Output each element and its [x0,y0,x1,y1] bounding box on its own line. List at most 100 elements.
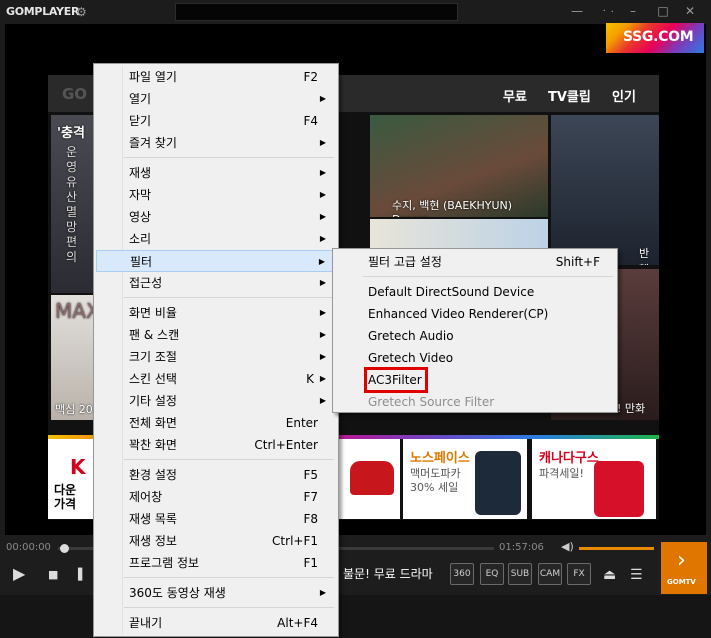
context-menu: 파일 열기 F2 열기 ▶ 닫기 F4 즐겨 찾기 ▶ 재생 ▶ 자막 ▶ 영상 ▶ 소리 ▶ 필터 ▶ 접근성 ▶ 화… [93,63,339,637]
speaker-icon[interactable]: ◀) [561,540,574,553]
play-icon[interactable]: ▶ [13,566,25,582]
close-icon[interactable]: ✕ [683,4,697,18]
submenu-arrow-icon: ▶ [319,588,326,597]
tile-banhelsing-caption: 반헬싱 [639,247,650,265]
menu-item[interactable]: 환경 설정 F5 [96,464,336,486]
menu-separator [124,459,334,460]
tab-popular[interactable]: 인기 [612,86,636,105]
volume-slider[interactable] [579,547,654,550]
menu-separator [124,607,334,608]
filter-menu-item-label: Default DirectSound Device [368,285,535,299]
menu-item[interactable]: 꽉찬 화면 Ctrl+Enter [96,434,336,456]
menu-item[interactable]: 파일 열기 F2 [96,66,336,88]
tab-free[interactable]: 무료 [503,86,527,105]
stop-icon[interactable]: ■ [48,567,58,583]
always-on-top-icon[interactable]: ᐧ [605,5,619,19]
menu-separator [124,157,334,158]
seek-knob[interactable] [60,544,69,553]
ad-left[interactable]: K 다운 가격 [48,439,93,519]
menu-item-label: 360도 동영상 재생 [129,586,226,600]
filter-menu-item[interactable]: Enhanced Video Renderer(CP) [335,303,615,325]
chevron-right-icon[interactable]: › [646,469,652,485]
menu-item[interactable]: 팬 & 스캔 ▶ [96,324,336,346]
portal-logo: GO [62,85,88,103]
ad-canadagoose[interactable]: 캐나다구스 파격세일! › [532,439,656,519]
menu-item-label: 팬 & 스캔 [129,328,180,342]
menu-item-label: 화면 비율 [129,306,177,320]
menu-item[interactable]: 닫기 F4 [96,110,336,132]
playlist-icon[interactable]: ☰ [630,567,643,583]
title-display [175,3,458,21]
menu-item[interactable]: 끝내기 Alt+F4 [96,612,336,634]
menu-item[interactable]: 크기 조절 ▶ [96,346,336,368]
ad-canadagoose-image [594,461,644,517]
eject-icon[interactable]: ⏏ [603,567,616,583]
tile-right-bottom-caption: ! 만화 [617,402,646,415]
menu-item[interactable]: 필터 ▶ [96,250,336,272]
ad-chair[interactable] [338,439,400,519]
submenu-arrow-icon: ▶ [319,396,326,405]
menu-item[interactable]: 재생 ▶ [96,162,336,184]
menu-item-label: 제어창 [129,490,163,504]
title-bar: GOMPLAYER ⚙ — ᐧ ᐧ – □ ✕ [0,0,711,24]
submenu-arrow-icon: ▶ [319,374,326,383]
menu-item[interactable]: 스킨 선택 K ▶ [96,368,336,390]
current-time: 00:00:00 [6,542,51,553]
tile-dream[interactable]: 수지, 백현 (BAEKHYUN) Dream [370,115,548,217]
menu-item[interactable]: 영상 ▶ [96,206,336,228]
marquee-text[interactable]: 불문! 무료 드라마 [343,565,433,582]
menu-item[interactable]: 접근성 ▶ [96,272,336,294]
menu-item[interactable]: 즐겨 찾기 ▶ [96,132,336,154]
tab-tv-clip[interactable]: TV클립 [548,86,591,105]
menu-item[interactable]: 프로그램 정보 F1 [96,552,336,574]
gomtv-label: GOMTV [667,578,696,586]
gomtv-button[interactable]: › GOMTV [661,542,707,594]
menu-item[interactable]: 소리 ▶ [96,228,336,250]
menu-item[interactable]: 열기 ▶ [96,88,336,110]
camera-icon[interactable]: CAM [538,563,562,585]
menu-item[interactable]: 제어창 F7 [96,486,336,508]
menu-item[interactable]: 360도 동영상 재생 ▶ [96,582,336,604]
menu-item[interactable]: 전체 화면 Enter [96,412,336,434]
gear-icon[interactable]: ⚙ [76,5,87,19]
tile-maxim[interactable]: MAX 맥심 20 [51,295,96,420]
menu-item-label: 재생 목록 [129,512,177,526]
menu-item[interactable]: 재생 정보 Ctrl+F1 [96,530,336,552]
menu-item-shortcut: F5 [303,468,318,482]
submenu-arrow-icon: ▶ [319,278,326,287]
minibar-icon[interactable]: — [570,4,584,18]
effects-icon[interactable]: FX [567,563,591,585]
menu-item-label: 파일 열기 [129,70,177,84]
submenu-arrow-icon: ▶ [319,138,326,147]
menu-item-shortcut: F8 [303,512,318,526]
tile-drama-poster[interactable]: '충격 운영 유산 멸망 편의 [51,115,96,293]
ad-northface[interactable]: 노스페이스 맥머도파카 30% 세일 [403,439,527,519]
menu-item[interactable]: 자막 ▶ [96,184,336,206]
ssg-ad-badge[interactable]: SSG.COM [606,23,704,53]
filter-menu-item[interactable]: 필터 고급 설정 Shift+F [335,251,615,273]
filter-submenu: 필터 고급 설정 Shift+F Default DirectSound Devic… [332,248,618,413]
previous-icon[interactable]: ▌ [78,567,86,583]
submenu-arrow-icon: ▶ [319,308,326,317]
equalizer-icon[interactable]: EQ [480,563,504,585]
menu-item[interactable]: 재생 목록 F8 [96,508,336,530]
360-view-icon[interactable]: 360 [450,563,474,585]
menu-item-label: 꽉찬 화면 [129,438,177,452]
poster-subtitle: 운영 유산 멸망 편의 [66,145,78,264]
filter-menu-item-label: Enhanced Video Renderer(CP) [368,307,549,321]
menu-item[interactable]: 화면 비율 ▶ [96,302,336,324]
subtitle-button[interactable]: SUB [508,563,532,585]
menu-item-shortcut: Ctrl+F1 [272,534,318,548]
menu-item-shortcut: Alt+F4 [277,616,318,630]
app-title: GOMPLAYER [6,5,80,18]
maximize-icon[interactable]: □ [656,4,670,18]
filter-menu-item[interactable]: Gretech Video [335,347,615,369]
menu-item-label: 기타 설정 [129,394,177,408]
tile-maxim-logo: MAX [55,299,96,323]
filter-menu-item[interactable]: Gretech Audio [335,325,615,347]
minimize-icon[interactable]: – [626,4,640,18]
filter-menu-item[interactable]: Default DirectSound Device [335,281,615,303]
filter-menu-item[interactable]: AC3Filter [335,367,615,393]
menu-item[interactable]: 기타 설정 ▶ [96,390,336,412]
tile-banhelsing[interactable]: 반헬싱 [551,115,659,265]
